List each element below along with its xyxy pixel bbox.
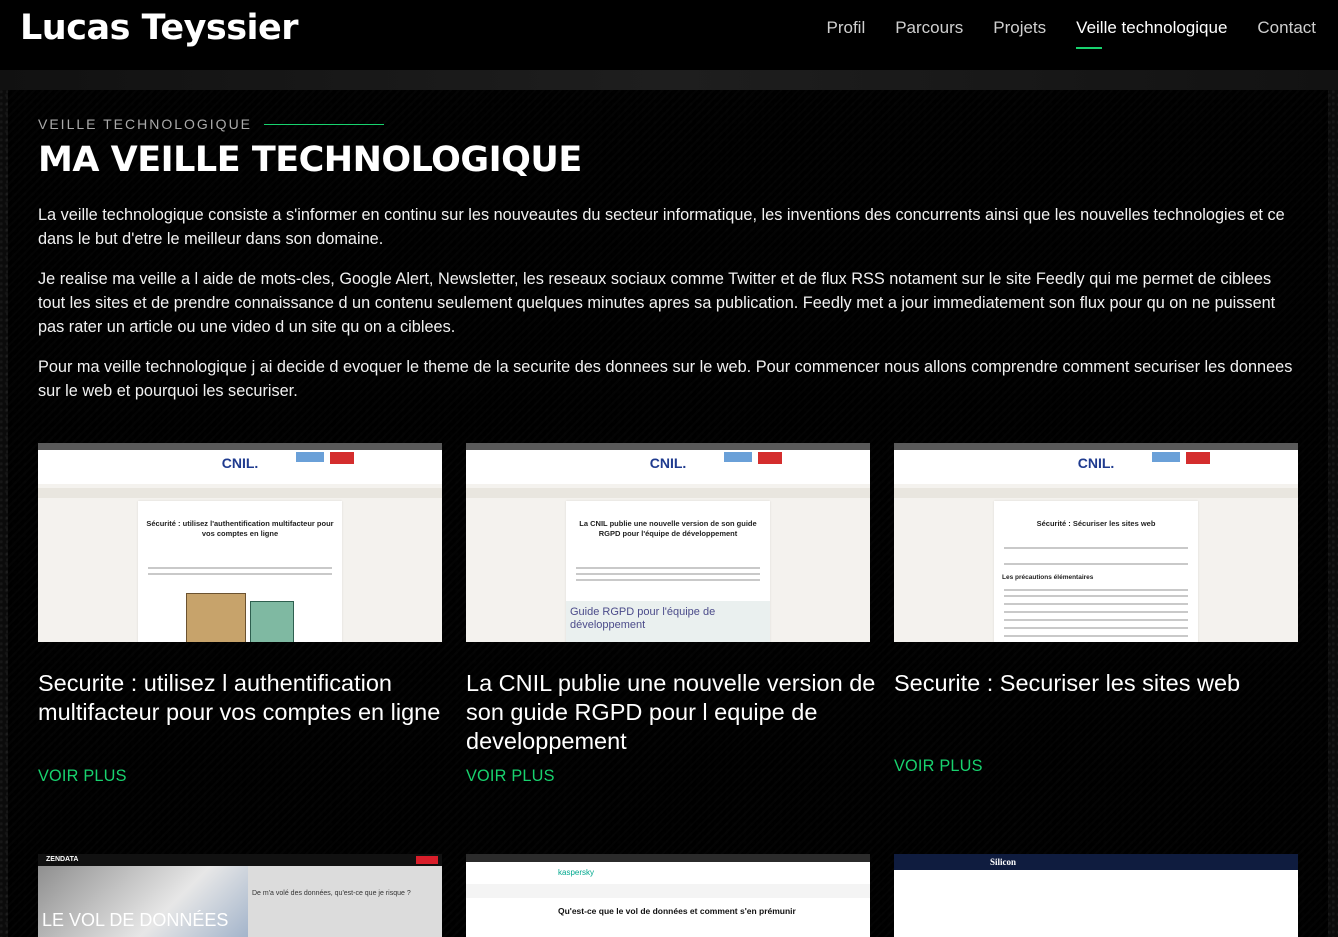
nav-veille-technologique[interactable]: Veille technologique: [1076, 18, 1227, 49]
nav-profil[interactable]: Profil: [826, 18, 865, 44]
main-nav: Profil Parcours Projets Veille technolog…: [826, 18, 1316, 49]
thumb-red-button: [416, 856, 438, 864]
background-strip: [0, 70, 1338, 90]
thumb-topbar: [466, 854, 870, 862]
veille-section: VEILLE TECHNOLOGIQUE MA VEILLE TECHNOLOG…: [8, 90, 1328, 937]
thumb-article-heading: Sécurité : utilisez l'authentification m…: [146, 519, 334, 538]
thumb-article-heading: De m'a volé des données, qu'est-ce que j…: [252, 890, 411, 897]
cnil-logo: CNIL.: [649, 455, 687, 471]
silicon-logo: Silicon: [990, 857, 1017, 867]
thumb-text-line: [1004, 619, 1188, 621]
article-thumbnail[interactable]: CNIL. Sécurité : Sécuriser les sites web…: [894, 443, 1298, 642]
thumb-text-line: [1004, 627, 1188, 629]
article-title[interactable]: Securite : Securiser les sites web: [894, 669, 1314, 698]
thumb-menu-bar: [466, 884, 870, 898]
thumb-text-line: [1004, 589, 1188, 591]
voir-plus-link[interactable]: VOIR PLUS: [466, 767, 555, 786]
thumb-breadcrumb: [894, 488, 1298, 498]
thumb-text-line: [576, 567, 760, 569]
article-thumbnail-kaspersky[interactable]: kaspersky Qu'est-ce que le vol de donnée…: [466, 854, 870, 937]
intro-paragraph-1: La veille technologique consiste a s'inf…: [38, 206, 1285, 248]
top-navbar: Lucas Teyssier Profil Parcours Projets V…: [0, 0, 1338, 70]
nav-parcours[interactable]: Parcours: [895, 18, 963, 44]
thumb-blue-button: [296, 452, 324, 462]
article-thumbnail[interactable]: CNIL. Sécurité : utilisez l'authentifica…: [38, 443, 442, 642]
thumb-text-line: [1004, 611, 1188, 613]
cnil-logo: CNIL.: [1077, 455, 1115, 471]
thumb-topbar: [38, 854, 442, 866]
thumb-text-line: [148, 573, 332, 575]
thumb-text-line: [1004, 603, 1188, 605]
thumb-blue-button: [1152, 452, 1180, 462]
thumb-topbar: [894, 443, 1298, 450]
thumb-topbar: [894, 854, 1298, 870]
nav-contact[interactable]: Contact: [1257, 18, 1316, 44]
thumb-text-line: [148, 567, 332, 569]
voir-plus-link[interactable]: VOIR PLUS: [894, 757, 983, 776]
thumb-hero-headline: LE VOL DE DONNÉES: [42, 910, 229, 930]
article-title[interactable]: La CNIL publie une nouvelle version de s…: [466, 669, 886, 756]
article-card: CNIL. La CNIL publie une nouvelle versio…: [466, 443, 875, 785]
intro-paragraph-3: Pour ma veille technologique j ai decide…: [38, 358, 1293, 400]
kaspersky-logo: kaspersky: [558, 868, 595, 877]
article-card: CNIL. Sécurité : Sécuriser les sites web…: [894, 443, 1298, 775]
site-logo[interactable]: Lucas Teyssier: [20, 8, 299, 48]
article-title[interactable]: Securite : utilisez l authentification m…: [38, 669, 458, 727]
article-thumbnail[interactable]: CNIL. La CNIL publie une nouvelle versio…: [466, 443, 870, 642]
thumb-article-heading: Qu'est-ce que le vol de données et comme…: [558, 906, 796, 916]
section-kicker: VEILLE TECHNOLOGIQUE: [38, 116, 385, 132]
thumb-text-line: [576, 579, 760, 581]
article-thumbnail-silicon[interactable]: Silicon: [894, 854, 1298, 937]
thumb-red-button: [330, 452, 354, 464]
cnil-logo: CNIL.: [221, 455, 259, 471]
zendata-logo: ZENDATA: [46, 856, 79, 863]
thumb-topbar: [38, 443, 442, 450]
thumb-breadcrumb: [466, 488, 870, 498]
thumb-text-line: [1004, 595, 1188, 597]
article-thumbnail-zendata[interactable]: ZENDATA LE VOL DE DONNÉES De m'a volé de…: [38, 854, 442, 937]
thumb-breadcrumb: [38, 488, 442, 498]
thumb-red-button: [1186, 452, 1210, 464]
section-kicker-label: VEILLE TECHNOLOGIQUE: [38, 116, 253, 132]
thumb-text-line: [1004, 635, 1188, 637]
nav-projets[interactable]: Projets: [993, 18, 1046, 44]
section-title: MA VEILLE TECHNOLOGIQUE: [38, 140, 582, 180]
thumb-text-line: [1004, 563, 1188, 565]
thumb-article-heading: Sécurité : Sécuriser les sites web: [1036, 519, 1156, 528]
thumb-topbar: [466, 443, 870, 450]
illustration-safe: [186, 593, 246, 642]
guide-banner-text: Guide RGPD pour l'équipe de développemen…: [570, 606, 716, 631]
voir-plus-link[interactable]: VOIR PLUS: [38, 767, 127, 786]
thumb-blue-button: [724, 452, 752, 462]
thumb-red-button: [758, 452, 782, 464]
thumb-subheading: Les précautions élémentaires: [1002, 574, 1094, 581]
thumb-article-heading: La CNIL publie une nouvelle version de s…: [579, 519, 757, 538]
intro-paragraph-2: Je realise ma veille a l aide de mots-cl…: [38, 270, 1276, 336]
illustration-door: [250, 601, 294, 642]
article-card: CNIL. Sécurité : utilisez l'authentifica…: [38, 443, 442, 785]
thumb-text-line: [1004, 547, 1188, 549]
thumb-text-line: [576, 573, 760, 575]
kicker-accent-line: [264, 123, 385, 125]
